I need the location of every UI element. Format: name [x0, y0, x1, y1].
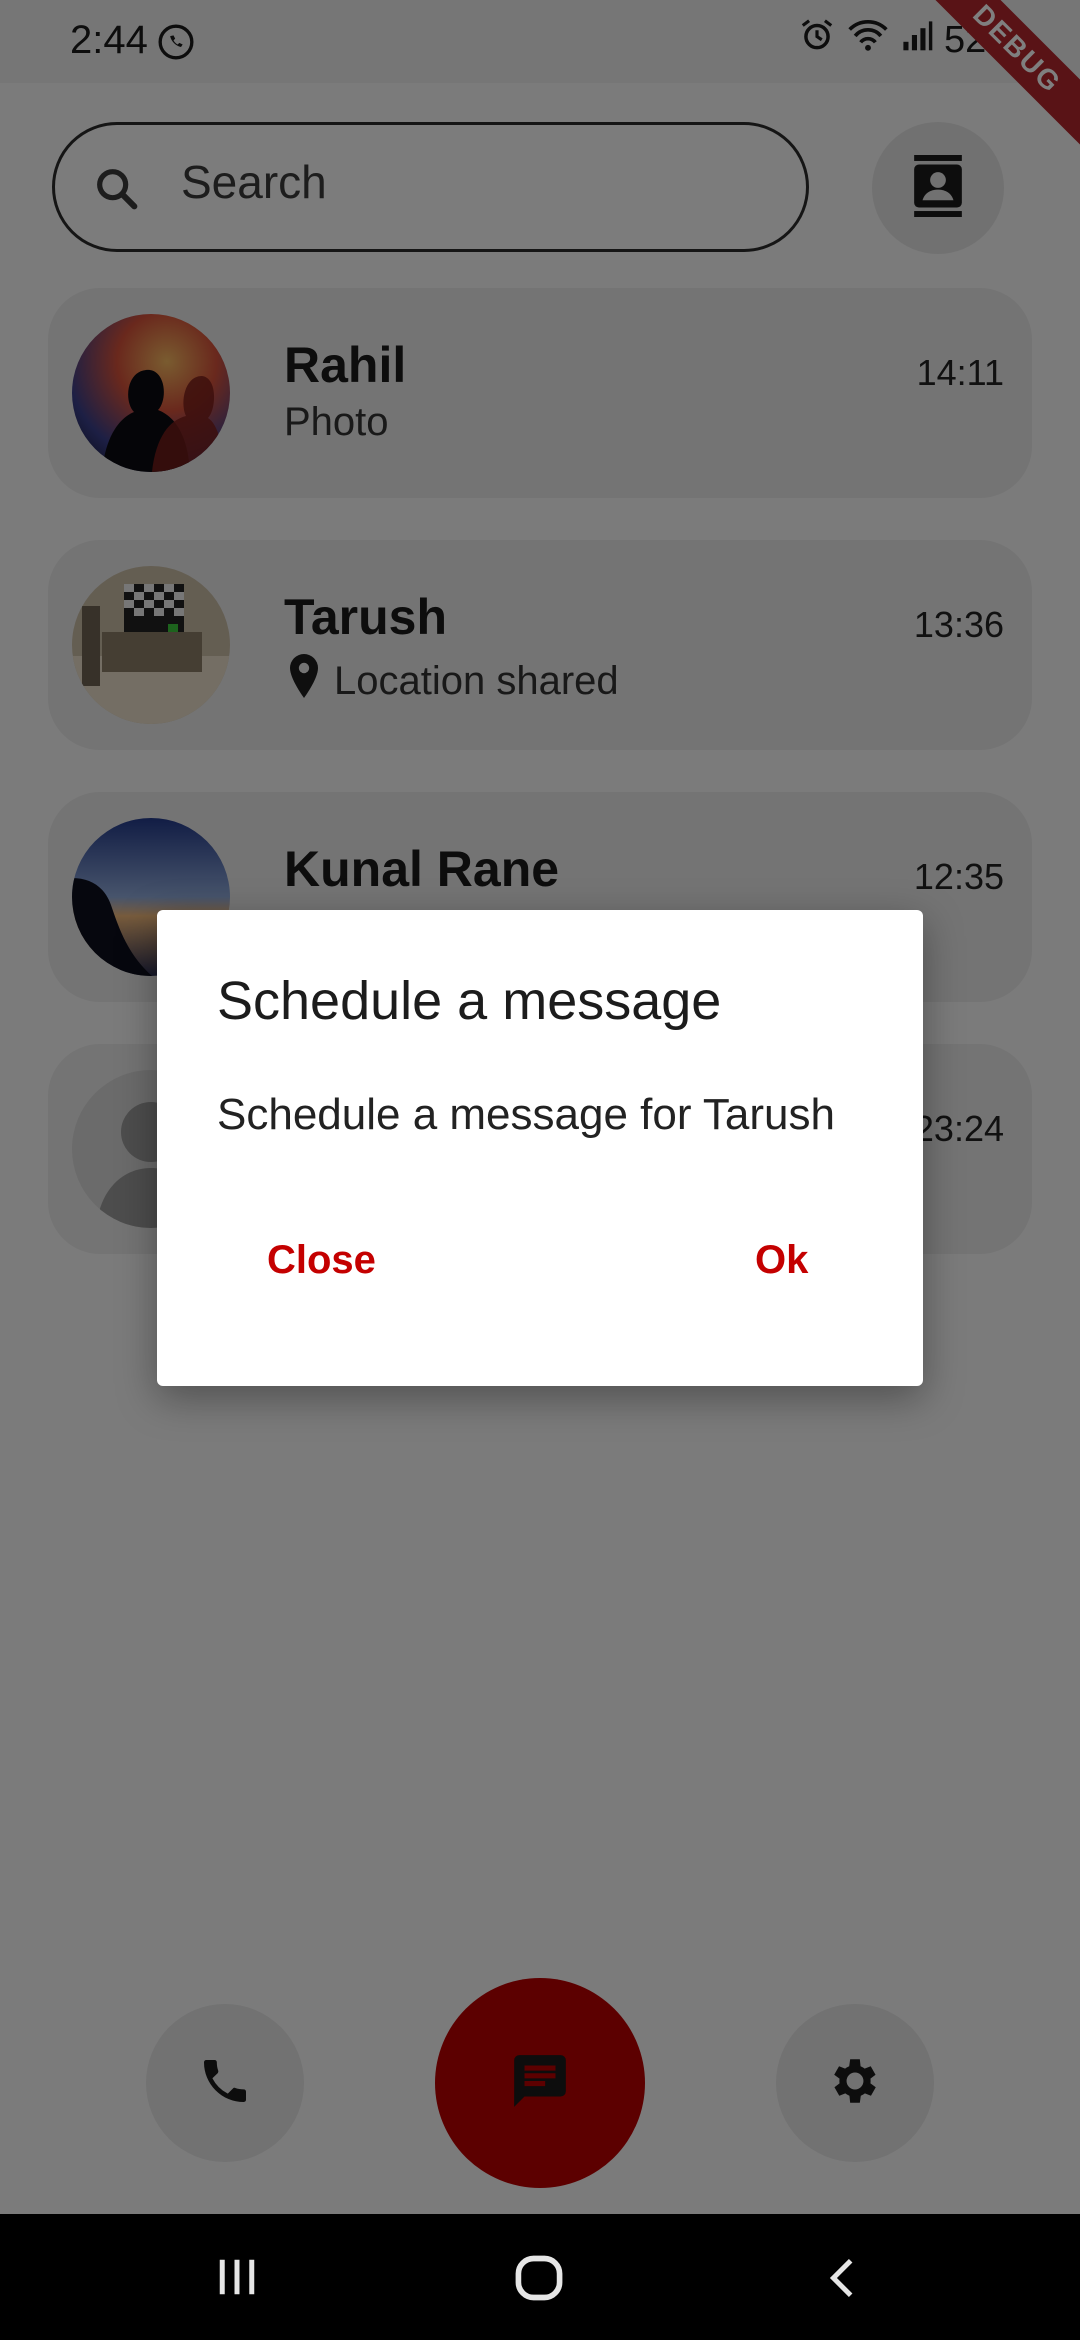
close-button[interactable]: Close [247, 1228, 396, 1293]
back-icon[interactable] [820, 2254, 866, 2307]
dialog-title: Schedule a message [217, 971, 722, 1031]
ok-button[interactable]: Ok [735, 1228, 828, 1293]
recents-icon[interactable] [214, 2254, 260, 2305]
system-navigation-bar [0, 2214, 1080, 2340]
home-icon[interactable] [512, 2252, 566, 2309]
schedule-message-dialog: Schedule a message Schedule a message fo… [157, 910, 923, 1386]
dialog-body: Schedule a message for Tarush [217, 1090, 835, 1139]
